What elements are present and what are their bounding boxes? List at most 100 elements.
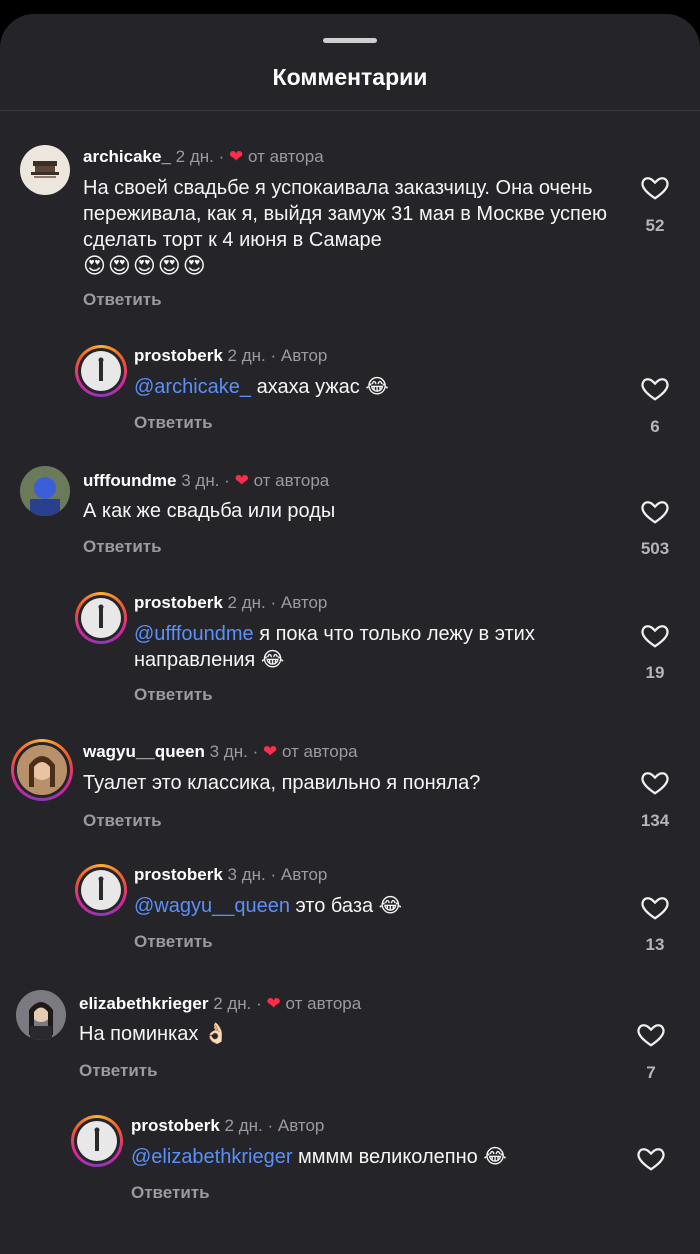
reply-button[interactable]: Ответить [131,1183,210,1203]
heart-outline-icon[interactable] [640,767,670,797]
avatar[interactable] [16,990,66,1040]
username[interactable]: elizabethkrieger [79,994,208,1013]
username[interactable]: archicake_ [83,147,171,166]
username[interactable]: prostoberk [134,865,223,884]
comment-meta: wagyu__queen 3 дн. · ❤ от автора [83,742,358,762]
timestamp: 2 дн. [175,147,214,166]
comment-body: На поминках [79,1023,204,1045]
separator: · [252,742,259,761]
timestamp: 2 дн. [213,994,252,1013]
username[interactable]: prostoberk [131,1116,220,1135]
comment-text: На поминках 👌🏻 [79,1021,619,1047]
comment-body: Туалет это классика, правильно я поняла? [83,772,481,794]
comment-meta: archicake_ 2 дн. · ❤ от автора [83,147,324,167]
comment-body: ахаха ужас [251,376,366,398]
comment-meta: elizabethkrieger 2 дн. · ❤ от автора [79,994,361,1014]
comment-text: @wagyu__queen это база 😂 [134,893,624,919]
avatar[interactable] [81,351,121,391]
heart-outline-icon[interactable] [636,1019,666,1049]
like-count: 52 [645,216,665,235]
avatar[interactable] [20,145,70,195]
mention-link[interactable]: @ufffoundme [134,623,254,645]
author-badge: Автор [280,865,328,884]
timestamp: 2 дн. [224,1116,263,1135]
comment-emoji: 😂 [365,376,389,398]
reply-button[interactable]: Ответить [79,1061,158,1081]
like-count: 6 [650,417,660,436]
author-liked-badge: от автора [285,994,362,1013]
header-divider [0,110,700,111]
comment-text: Туалет это классика, правильно я поняла? [83,770,623,796]
comment-meta: ufffoundme 3 дн. · ❤ от автора [83,471,329,491]
comment-meta: prostoberk 2 дн. · Автор [131,1116,324,1136]
comment-body: это база [289,895,379,917]
comment-emoji: 😍😍😍😍😍 [83,253,208,278]
mention-link[interactable]: @elizabethkrieger [131,1146,293,1168]
reply-button[interactable]: Ответить [134,685,213,705]
author-badge: Автор [277,1116,325,1135]
username[interactable]: prostoberk [134,593,223,612]
comment-body: А как же свадьба или роды [83,500,336,522]
author-badge: Автор [280,593,328,612]
separator: · [218,147,225,166]
drag-handle[interactable] [323,38,377,43]
like-count: 7 [646,1063,656,1082]
comment-emoji: 😂 [483,1146,507,1168]
heart-filled-icon: ❤ [229,147,244,166]
heart-filled-icon: ❤ [234,471,249,490]
timestamp: 3 дн. [209,742,248,761]
reply-button[interactable]: Ответить [83,811,162,831]
avatar[interactable] [81,870,121,910]
comment-text: @elizabethkrieger мммм великолепно 😂 [131,1144,621,1170]
separator: · [270,593,277,612]
heart-filled-icon: ❤ [266,994,281,1013]
comment-meta: prostoberk 2 дн. · Автор [134,593,327,613]
heart-outline-icon[interactable] [636,1143,666,1173]
heart-outline-icon[interactable] [640,373,670,403]
comment-text: На своей свадьбе я успокаивала заказчицу… [83,175,623,280]
like-count: 13 [645,935,665,954]
comment-text: @ufffoundme я пока что только лежу в эти… [134,621,624,673]
mention-link[interactable]: @archicake_ [134,376,251,398]
username[interactable]: wagyu__queen [83,742,205,761]
comment-meta: prostoberk 2 дн. · Автор [134,346,327,366]
sheet-title: Комментарии [272,64,428,90]
reply-button[interactable]: Ответить [134,932,213,952]
reply-button[interactable]: Ответить [134,413,213,433]
reply-button[interactable]: Ответить [83,290,162,310]
timestamp: 3 дн. [181,471,220,490]
timestamp: 2 дн. [227,593,266,612]
avatar[interactable] [20,466,70,516]
separator: · [270,346,277,365]
comment-emoji: 😂 [378,895,403,917]
comment-text: А как же свадьба или роды [83,498,623,524]
avatar[interactable] [17,745,67,795]
author-badge: Автор [280,346,328,365]
comment-meta: prostoberk 3 дн. · Автор [134,865,327,885]
heart-filled-icon: ❤ [262,742,278,761]
username[interactable]: ufffoundme [83,471,176,490]
like-count: 503 [640,539,670,558]
comment-body: мммм великолепно [292,1146,484,1168]
like-count: 134 [640,811,670,830]
heart-outline-icon[interactable] [640,892,670,922]
avatar[interactable] [77,1121,117,1161]
comment-text: @archicake_ ахаха ужас 😂 [134,374,624,400]
comment-body: На своей свадьбе я успокаивала заказчицу… [83,177,607,251]
comment-emoji: 😂 [260,649,285,671]
author-liked-badge: от автора [247,147,324,166]
heart-outline-icon[interactable] [640,496,670,526]
avatar[interactable] [81,598,121,638]
mention-link[interactable]: @wagyu__queen [134,895,290,917]
separator: · [270,865,277,884]
separator: · [267,1116,274,1135]
author-liked-badge: от автора [253,471,330,490]
reply-button[interactable]: Ответить [83,537,162,557]
comment-emoji: 👌🏻 [203,1023,229,1045]
heart-outline-icon[interactable] [640,620,670,650]
username[interactable]: prostoberk [134,346,223,365]
like-count: 19 [645,663,665,682]
heart-outline-icon[interactable] [640,172,670,202]
separator: · [224,471,230,490]
timestamp: 2 дн. [227,346,266,365]
